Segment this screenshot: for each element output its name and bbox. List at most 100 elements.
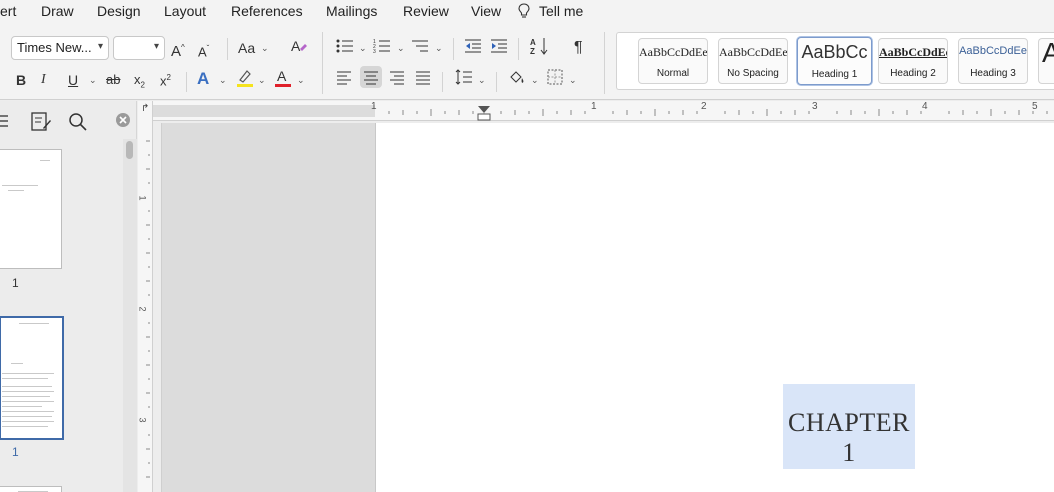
page-thumbnail-selected[interactable] (0, 316, 64, 440)
page-thumbnail[interactable] (0, 486, 62, 492)
sort-icon[interactable]: AZ (530, 37, 550, 60)
text-effects-icon[interactable]: A (197, 69, 209, 89)
close-icon[interactable] (115, 112, 131, 133)
style-label: Normal (656, 68, 690, 79)
document-canvas[interactable]: CHAPTER 1 (153, 121, 1054, 492)
font-size-dropdown[interactable]: ▾ (113, 36, 165, 60)
font-name-value: Times New... (17, 40, 92, 55)
thumb-text-line (8, 190, 24, 191)
divider (453, 38, 454, 60)
ribbon-tabs: ert Draw Design Layout References Mailin… (0, 0, 1054, 24)
show-formatting-marks-icon[interactable]: ¶ (574, 38, 583, 58)
thumb-text-line (2, 401, 54, 402)
change-case-button[interactable]: Aa (238, 38, 255, 58)
thumb-text-line (19, 323, 49, 324)
thumb-text-line (2, 386, 52, 387)
thumb-text-line (2, 373, 54, 374)
ruler-label: 4 (922, 101, 928, 112)
lightbulb-icon (518, 3, 530, 25)
scrollbar-thumb[interactable] (126, 141, 133, 159)
underline-button[interactable]: U (68, 70, 78, 90)
align-right-icon[interactable] (389, 70, 405, 90)
divider (496, 72, 497, 92)
thumb-text-line (2, 416, 52, 417)
line-spacing-icon[interactable] (455, 69, 473, 90)
vertical-ruler-ticks (146, 140, 150, 478)
chevron-down-icon: ⌄ (435, 43, 443, 53)
chapter-heading[interactable]: CHAPTER 1 (783, 384, 915, 469)
page-thumbnail[interactable] (0, 149, 62, 269)
document-page[interactable]: CHAPTER 1 (375, 123, 1054, 492)
search-icon[interactable] (68, 112, 88, 137)
style-no-spacing[interactable]: AaBbCcDdEe No Spacing (718, 38, 788, 84)
italic-button[interactable]: I (41, 70, 46, 90)
horizontal-ruler-ticks (388, 106, 1048, 121)
style-heading-2[interactable]: AaBbCcDdEe Heading 2 (878, 38, 948, 84)
divider (604, 32, 605, 94)
shrink-font-button[interactable]: Aˇ (198, 39, 209, 62)
tell-me-search[interactable]: Tell me (539, 3, 583, 19)
font-color-icon[interactable]: A (274, 68, 292, 93)
tab-draw[interactable]: Draw (41, 3, 74, 19)
style-title[interactable]: A (1038, 38, 1054, 84)
headings-view-icon[interactable] (30, 111, 52, 138)
superscript-button[interactable]: x2 (160, 68, 171, 91)
svg-text:A: A (530, 38, 536, 47)
list-view-icon[interactable] (0, 113, 12, 134)
clear-formatting-icon[interactable]: A (290, 37, 308, 60)
tab-review[interactable]: Review (403, 3, 449, 19)
increase-indent-icon[interactable] (490, 38, 508, 59)
svg-text:3: 3 (373, 49, 376, 54)
divider (322, 32, 323, 94)
shading-icon[interactable] (508, 69, 526, 90)
tab-design[interactable]: Design (97, 3, 141, 19)
horizontal-ruler: 1 1 2 3 4 5 (153, 101, 1054, 121)
grow-font-button[interactable]: A^ (171, 38, 185, 62)
align-left-icon[interactable] (336, 70, 352, 90)
chevron-down-icon: ⌄ (359, 43, 367, 53)
first-line-indent-marker (478, 106, 490, 113)
ruler-label: 2 (137, 306, 148, 312)
font-name-dropdown[interactable]: Times New... ▾ (11, 36, 109, 60)
style-preview: AaBbCcDdEe (719, 45, 787, 59)
tab-layout[interactable]: Layout (164, 3, 206, 19)
align-center-icon[interactable] (360, 66, 382, 88)
chevron-down-icon: ⌄ (89, 75, 97, 85)
subscript-button[interactable]: x2 (134, 70, 145, 96)
style-preview: A (1039, 39, 1054, 69)
justify-icon[interactable] (415, 70, 431, 90)
style-heading-3[interactable]: AaBbCcDdEe Heading 3 (958, 38, 1028, 84)
thumb-text-line (2, 406, 42, 407)
strikethrough-button[interactable]: ab (106, 70, 120, 90)
style-normal[interactable]: AaBbCcDdEe Normal (638, 38, 708, 84)
chevron-down-icon: ▾ (97, 41, 103, 52)
thumb-text-line (2, 378, 48, 379)
left-indent-marker (477, 113, 491, 121)
thumb-text-line (40, 160, 50, 161)
scrollbar-track[interactable] (123, 139, 137, 492)
home-ribbon: Times New... ▾ ▾ A^ Aˇ Aa ⌄ A B I U ⌄ ab… (0, 24, 1054, 100)
tab-references[interactable]: References (231, 3, 303, 19)
chevron-down-icon: ⌄ (397, 43, 405, 53)
chevron-down-icon: ⌄ (569, 75, 577, 85)
bullets-icon[interactable] (336, 38, 354, 59)
style-label: Heading 2 (890, 68, 936, 79)
borders-icon[interactable] (547, 69, 563, 90)
tab-mailings[interactable]: Mailings (326, 3, 377, 19)
page-number: 1 (12, 445, 19, 459)
style-heading-1[interactable]: AaBbCc Heading 1 (797, 37, 872, 85)
chevron-down-icon: ⌄ (297, 75, 305, 85)
thumb-text-line (11, 363, 23, 364)
multilevel-list-icon[interactable] (411, 38, 429, 59)
navigation-pane: 1 1 (0, 101, 137, 492)
highlight-icon[interactable] (236, 68, 254, 93)
bold-button[interactable]: B (16, 70, 26, 90)
style-preview: AaBbCc (801, 42, 868, 62)
tab-insert[interactable]: ert (0, 3, 16, 19)
numbering-icon[interactable]: 123 (373, 38, 391, 59)
decrease-indent-icon[interactable] (464, 38, 482, 59)
tab-view[interactable]: View (471, 3, 501, 19)
ruler-label: 3 (137, 417, 148, 423)
thumb-text-line (2, 411, 54, 412)
ruler-label: 3 (812, 101, 818, 112)
